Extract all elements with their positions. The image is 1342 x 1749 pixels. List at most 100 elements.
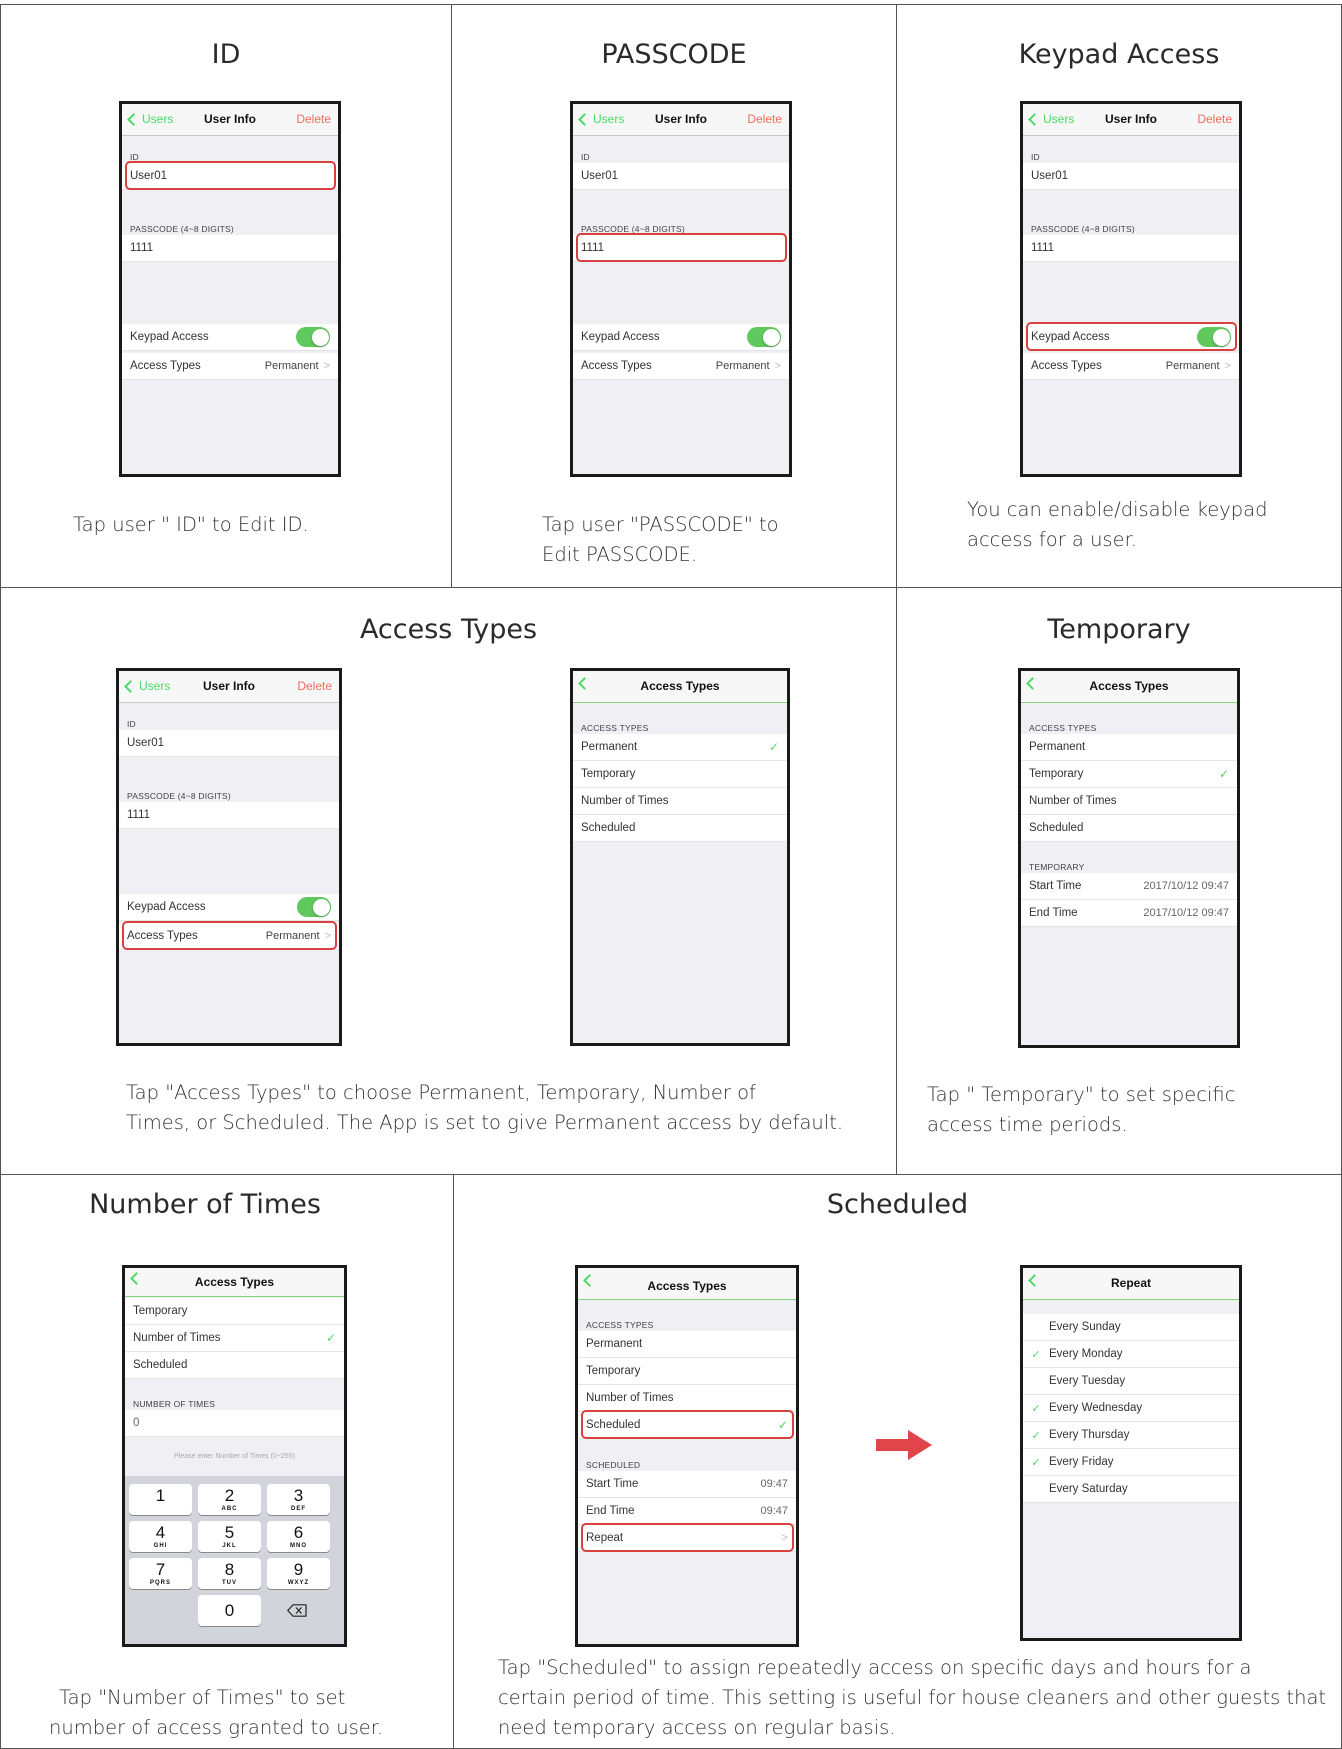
end-time-row[interactable]: End Time 2017/10/12 09:47 xyxy=(1021,900,1237,927)
highlight-box xyxy=(1026,322,1237,351)
phone-repeat: Repeat Every Sunday ✓ Every Monday Every Tu… xyxy=(1020,1265,1242,1641)
cell-title: Scheduled xyxy=(826,1189,969,1220)
keypad-key-number: 4 xyxy=(155,1523,166,1542)
keypad-key-6[interactable]: 6 MNO xyxy=(267,1521,330,1552)
number-of-times-input[interactable]: 0 xyxy=(125,1410,344,1437)
navbar: Access Types xyxy=(1021,671,1237,703)
back-button[interactable] xyxy=(582,1274,597,1287)
backspace-icon[interactable] xyxy=(286,1604,307,1617)
keypad-key-number: 5 xyxy=(224,1523,235,1542)
keypad-key-9[interactable]: 9 WXYZ xyxy=(267,1558,330,1589)
start-time-row[interactable]: Start Time 2017/10/12 09:47 xyxy=(1021,873,1237,900)
option-temporary[interactable]: Temporary xyxy=(573,761,787,788)
checkmark-icon: ✓ xyxy=(1031,1429,1041,1442)
highlight-box xyxy=(581,1523,794,1552)
option-temporary[interactable]: Temporary xyxy=(125,1298,344,1325)
phone-access-types-temporary: Access Types ACCESS TYPES Permanent Temp… xyxy=(1018,668,1240,1048)
highlight-box xyxy=(122,921,337,950)
repeat-day-row[interactable]: ✓ Every Monday xyxy=(1023,1341,1239,1368)
id-row[interactable]: User01 xyxy=(119,730,339,757)
caption-line: number of access granted to user. xyxy=(49,1716,384,1739)
phone-user-info: Users User Info Delete ID User01 PASSCOD… xyxy=(570,101,792,477)
highlight-box xyxy=(576,233,787,262)
keypad-key-0[interactable]: 0 xyxy=(198,1595,261,1626)
keypad-access-toggle[interactable] xyxy=(297,897,331,917)
repeat-day-row[interactable]: ✓ Every Friday xyxy=(1023,1449,1239,1476)
keypad-key-4[interactable]: 4 GHI xyxy=(129,1521,192,1552)
repeat-day-row[interactable]: Every Saturday xyxy=(1023,1476,1239,1503)
section-label: ACCESS TYPES xyxy=(586,1320,654,1330)
back-button[interactable] xyxy=(1027,1274,1042,1287)
back-button[interactable] xyxy=(129,1272,144,1285)
option-scheduled[interactable]: Scheduled xyxy=(125,1352,344,1379)
repeat-day-row[interactable]: Every Tuesday xyxy=(1023,1368,1239,1395)
repeat-day-row[interactable]: ✓ Every Wednesday xyxy=(1023,1395,1239,1422)
cell-title: PASSCODE xyxy=(601,39,747,70)
option-permanent[interactable]: Permanent xyxy=(578,1331,796,1358)
checkmark-icon: ✓ xyxy=(325,1331,336,1345)
caption-line: Tap "Number of Times" to set xyxy=(59,1686,346,1709)
delete-button[interactable]: Delete xyxy=(1197,112,1232,126)
back-button[interactable]: Users xyxy=(123,679,170,693)
phone-scheduled: Access Types ACCESS TYPES Permanent Temp… xyxy=(575,1265,799,1647)
keypad-key-1[interactable]: 1 xyxy=(129,1484,192,1515)
back-button[interactable]: Users xyxy=(577,112,624,126)
chevron-left-icon xyxy=(127,112,140,126)
keypad-key-7[interactable]: 7 PQRS xyxy=(129,1558,192,1589)
highlight-box xyxy=(581,1410,794,1439)
repeat-day-row[interactable]: ✓ Every Thursday xyxy=(1023,1422,1239,1449)
passcode-row[interactable]: 1111 xyxy=(119,802,339,829)
option-permanent[interactable]: Permanent xyxy=(1021,734,1237,761)
cell-title: Keypad Access xyxy=(1018,39,1220,70)
phone-user-info: Users User Info Delete ID User01 PASSCOD… xyxy=(119,101,341,477)
back-button[interactable]: Users xyxy=(1027,112,1074,126)
keypad-key-2[interactable]: 2 ABC xyxy=(198,1484,261,1515)
option-number-of-times[interactable]: Number of Times ✓ xyxy=(125,1325,344,1352)
caption-line: You can enable/disable keypad xyxy=(967,498,1268,521)
caption: Tap "Access Types" to choose Permanent, … xyxy=(126,1078,843,1138)
nav-title: Repeat xyxy=(1110,1276,1151,1290)
caption-line: access for a user. xyxy=(967,528,1138,551)
option-number-of-times[interactable]: Number of Times xyxy=(1021,788,1237,815)
delete-button[interactable]: Delete xyxy=(297,679,332,693)
cell-keypad-access: Keypad Access Users User Info Delete ID … xyxy=(896,4,1342,588)
option-scheduled[interactable]: Scheduled xyxy=(1021,815,1237,842)
option-permanent[interactable]: Permanent ✓ xyxy=(573,734,787,761)
repeat-day-label: Every Monday xyxy=(1049,1348,1123,1360)
delete-button[interactable]: Delete xyxy=(747,112,782,126)
id-row[interactable]: User01 xyxy=(1023,163,1239,190)
caption-line: Tap "Access Types" to choose Permanent, … xyxy=(126,1081,756,1104)
option-temporary[interactable]: Temporary ✓ xyxy=(1021,761,1237,788)
section-label: TEMPORARY xyxy=(1029,862,1085,872)
section-label: SCHEDULED xyxy=(586,1460,641,1470)
delete-button[interactable]: Delete xyxy=(296,112,331,126)
cell-title: ID xyxy=(211,39,241,70)
start-time-row[interactable]: Start Time 09:47 xyxy=(578,1471,796,1498)
keypad-key-number: 8 xyxy=(224,1560,235,1579)
access-types-row[interactable]: Access Types Permanent > xyxy=(122,353,338,380)
caption: You can enable/disable keypad access for… xyxy=(967,495,1267,555)
chevron-right-icon: > xyxy=(774,360,781,372)
keypad-access-toggle[interactable] xyxy=(747,327,781,347)
end-time-row[interactable]: End Time 09:47 xyxy=(578,1498,796,1525)
option-temporary[interactable]: Temporary xyxy=(578,1358,796,1385)
id-row[interactable]: User01 xyxy=(573,163,789,190)
keypad-key-5[interactable]: 5 JKL xyxy=(198,1521,261,1552)
access-types-row[interactable]: Access Types Permanent > xyxy=(573,353,789,380)
keypad-key-number: 9 xyxy=(293,1560,304,1579)
back-button[interactable]: Users xyxy=(126,112,173,126)
repeat-day-row[interactable]: Every Sunday xyxy=(1023,1314,1239,1341)
keypad-key-8[interactable]: 8 TUV xyxy=(198,1558,261,1589)
option-number-of-times[interactable]: Number of Times xyxy=(573,788,787,815)
keypad-key-number: 1 xyxy=(155,1486,166,1505)
passcode-row[interactable]: 1111 xyxy=(122,235,338,262)
option-number-of-times[interactable]: Number of Times xyxy=(578,1385,796,1412)
keypad-access-toggle[interactable] xyxy=(296,327,330,347)
back-button[interactable] xyxy=(1025,677,1040,690)
back-button[interactable] xyxy=(577,677,592,690)
option-scheduled[interactable]: Scheduled xyxy=(573,815,787,842)
chevron-right-icon: > xyxy=(1224,360,1231,372)
access-types-row[interactable]: Access Types Permanent > xyxy=(1023,353,1239,380)
keypad-key-3[interactable]: 3 DEF xyxy=(267,1484,330,1515)
passcode-row[interactable]: 1111 xyxy=(1023,235,1239,262)
